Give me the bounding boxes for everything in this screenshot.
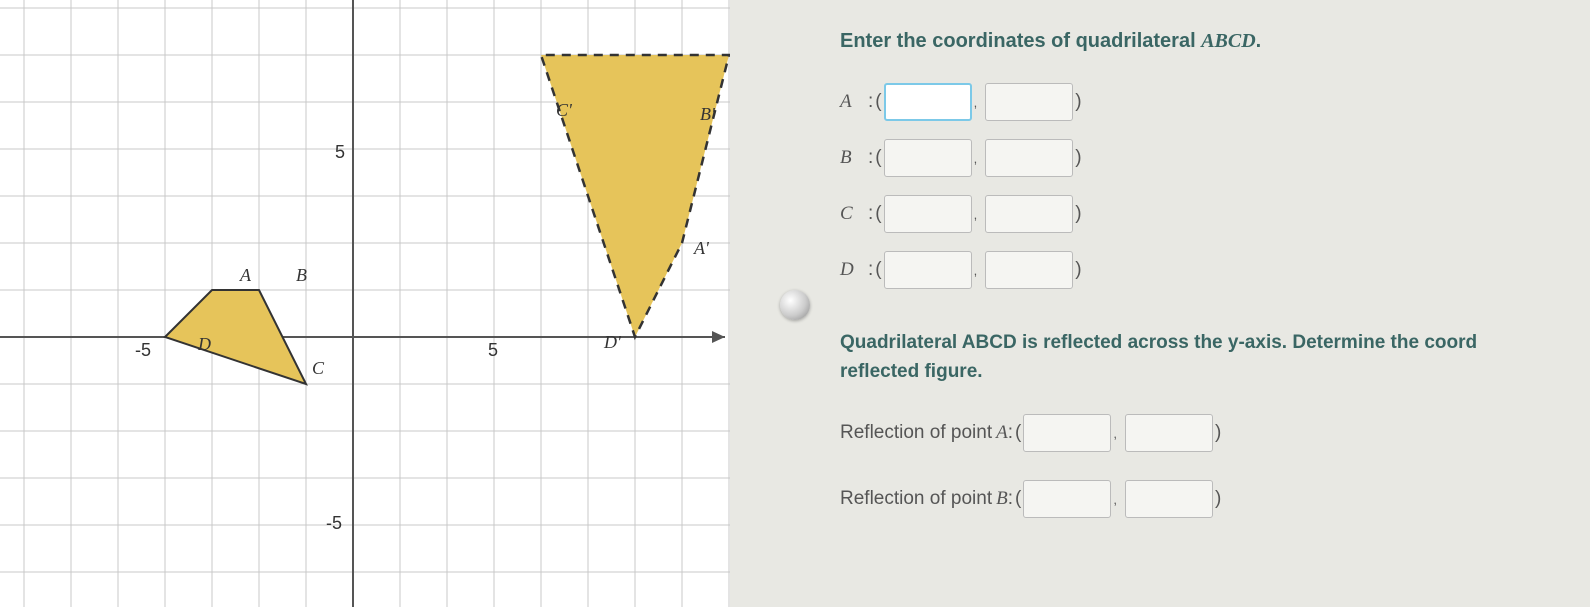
refl-label-A: Reflection of point [840,422,992,444]
bullet-icon [780,290,810,320]
prompt-math: ABCD [1201,30,1255,52]
coord-row-B: B: ( , ) [840,139,1570,177]
question-panel: Enter the coordinates of quadrilateral A… [730,0,1590,607]
label-A: A [840,91,868,113]
label-B: B [840,147,868,169]
input-reflA-y[interactable] [1125,414,1213,452]
comma: , [1113,492,1117,507]
y-tick-pos5: 5 [335,142,345,163]
reflection-row-A: Reflection of point A: ( , ) [840,414,1570,452]
y-tick-neg5: -5 [326,513,342,534]
x-tick-neg5: -5 [135,340,151,361]
label-C: C [840,203,868,225]
x-tick-pos5: 5 [488,340,498,361]
paren-close: ) [1075,91,1081,113]
sp4: reflected figure. [840,361,983,382]
label-D: D [840,259,868,281]
refl-label-B: Reflection of point [840,488,992,510]
paren-close: ) [1075,259,1081,281]
paren-open: ( [875,91,881,113]
coord-row-C: C: ( , ) [840,195,1570,233]
vertex-A: A [240,265,251,286]
coordinate-grid: -5 5 -5 5 A B C D A' B' C' D' [0,0,730,607]
comma: , [974,263,978,278]
paren-open: ( [875,147,881,169]
comma: , [974,151,978,166]
colon: : [1008,422,1013,444]
input-reflB-y[interactable] [1125,480,1213,518]
input-B-x[interactable] [884,139,972,177]
paren-open: ( [875,203,881,225]
vertex-B: B [296,265,307,286]
paren-close: ) [1215,422,1221,444]
vertex-D-prime: D' [604,332,621,353]
input-A-x[interactable] [884,83,972,121]
refl-pt-B: B [996,488,1008,510]
vertex-A-prime: A' [694,238,709,259]
prompt-end: . [1256,30,1262,52]
coord-row-D: D: ( , ) [840,251,1570,289]
vertex-C: C [312,358,324,379]
paren-open: ( [1015,488,1021,510]
paren-open: ( [875,259,881,281]
input-C-x[interactable] [884,195,972,233]
paren-close: ) [1075,203,1081,225]
refl-pt-A: A [996,422,1008,444]
colon: : [868,259,873,281]
prompt-text: Enter the coordinates of quadrilateral A… [840,30,1570,53]
input-reflA-x[interactable] [1023,414,1111,452]
input-D-y[interactable] [985,251,1073,289]
paren-close: ) [1075,147,1081,169]
sp-y: y [1228,332,1239,353]
input-D-x[interactable] [884,251,972,289]
prompt-pre: Enter the coordinates of quadrilateral [840,30,1201,52]
sp2: is reflected across the [1017,332,1228,353]
colon: : [868,203,873,225]
input-reflB-x[interactable] [1023,480,1111,518]
sp3: -axis. Determine the coord [1238,332,1477,353]
comma: , [1113,426,1117,441]
colon: : [868,147,873,169]
paren-open: ( [1015,422,1021,444]
reflection-prompt: Quadrilateral ABCD is reflected across t… [840,329,1570,386]
grid-svg [0,0,730,607]
paren-close: ) [1215,488,1221,510]
input-A-y[interactable] [985,83,1073,121]
vertex-D: D [198,334,211,355]
sp1: Quadrilateral [840,332,962,353]
reflection-row-B: Reflection of point B: ( , ) [840,480,1570,518]
colon: : [1008,488,1013,510]
coord-row-A: A: ( , ) [840,83,1570,121]
input-C-y[interactable] [985,195,1073,233]
comma: , [974,207,978,222]
vertex-B-prime: B' [700,104,715,125]
vertex-C-prime: C' [556,100,572,121]
sp-math: ABCD [962,332,1017,353]
colon: : [868,91,873,113]
input-B-y[interactable] [985,139,1073,177]
comma: , [974,95,978,110]
